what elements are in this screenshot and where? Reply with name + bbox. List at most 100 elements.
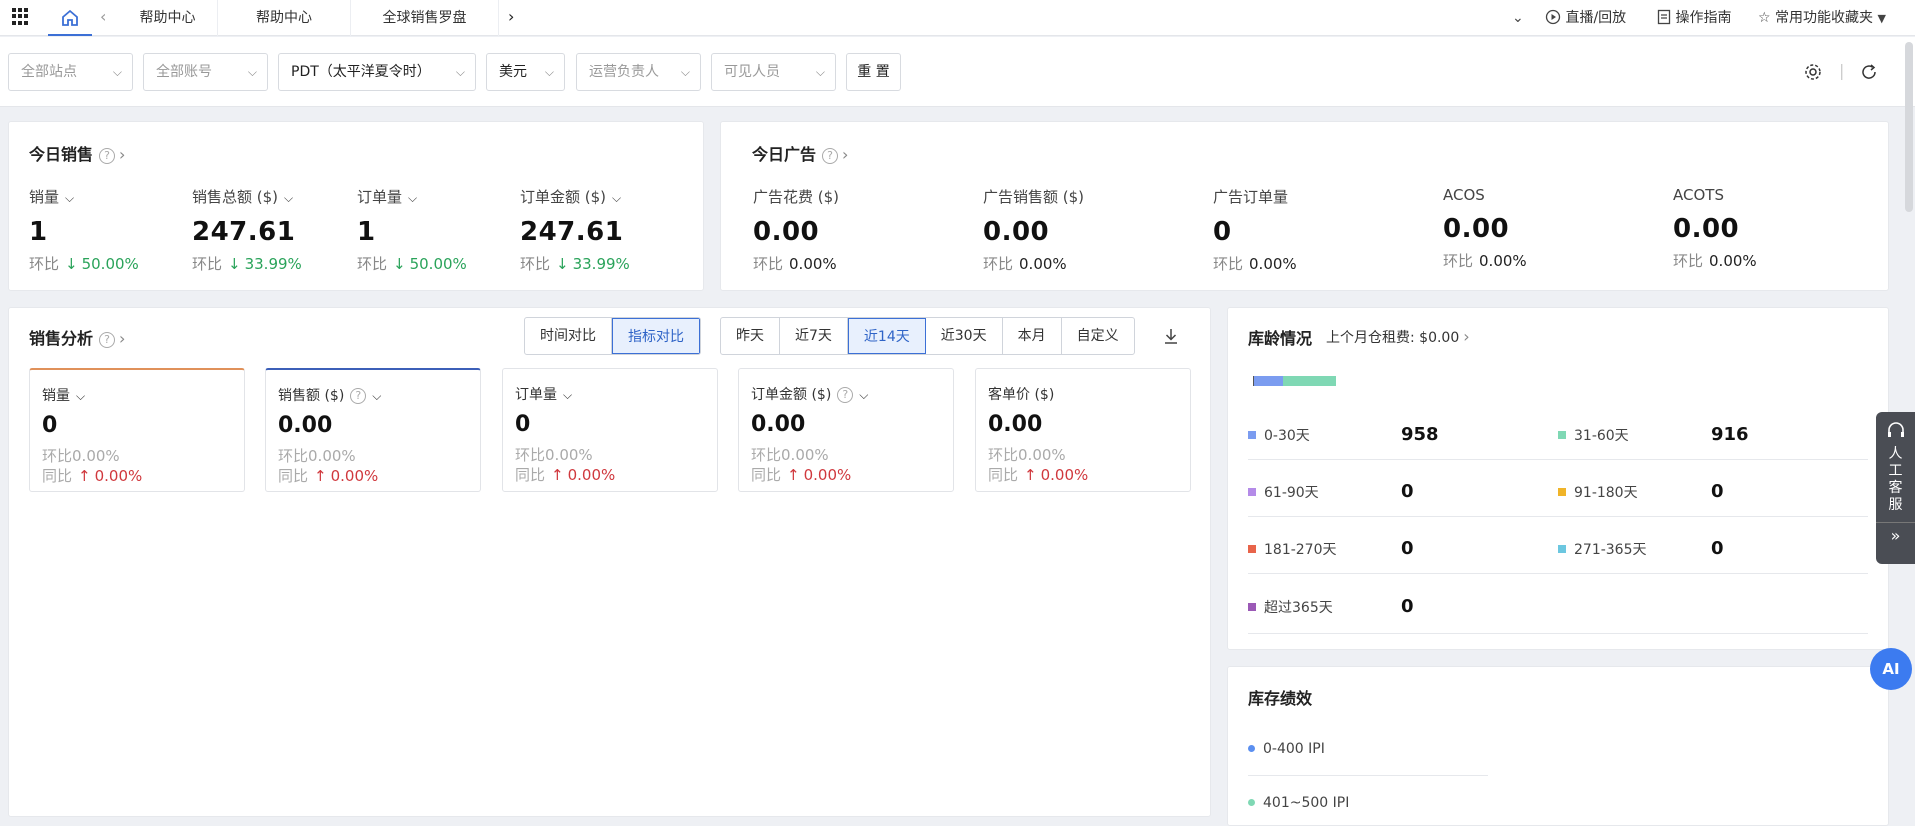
tb-label: 同比 [988, 466, 1019, 484]
chevron-down-icon: ⌵ [544, 65, 554, 79]
tabs-scroll-right-icon[interactable]: › [508, 7, 514, 26]
today-sales-header[interactable]: 今日销售? › [29, 141, 125, 165]
chevron-down-icon[interactable]: ⌵ [76, 389, 85, 403]
kpi-label: 订单金额 ($) [751, 387, 832, 403]
tb-value: 0.00% [1040, 466, 1089, 484]
metric-label-dropdown[interactable]: 订单量 ⌵ [357, 186, 467, 207]
range-month[interactable]: 本月 [1003, 318, 1062, 354]
timezone-select[interactable]: PDT（太平洋夏令时） ⌵ [278, 53, 476, 91]
apps-grid-icon[interactable] [12, 8, 29, 25]
tabs-scroll-left-icon[interactable]: ‹ [100, 7, 106, 26]
chevron-down-icon: ⌵ [815, 65, 825, 79]
chevron-down-icon: ⌵ [680, 65, 690, 79]
inventory-age-title: 库龄情况 [1248, 329, 1313, 348]
download-icon[interactable] [1163, 327, 1179, 345]
range-custom[interactable]: 自定义 [1062, 318, 1134, 354]
kpi-label-row: 订单金额 ($)? ⌵ [751, 384, 941, 404]
arrow-up-icon: ↑ [787, 466, 800, 484]
legend-dot [1248, 745, 1255, 752]
hb-value: 0.00% [308, 447, 356, 465]
metric-compare: 环比 ↓ 50.00% [29, 253, 139, 274]
legend-dot [1248, 431, 1256, 439]
help-icon[interactable]: ? [350, 388, 367, 404]
compare-mode-time[interactable]: 时间对比 [525, 318, 612, 354]
tabs-dropdown-icon[interactable]: ⌄ [1512, 0, 1524, 36]
inventory-rent-link[interactable]: 上个月仓租费: $0.00 › [1326, 327, 1470, 347]
inventory-age-item: 超过365天 [1248, 597, 1333, 617]
refresh-icon[interactable] [1860, 63, 1878, 81]
kpi-value: 0 [42, 413, 58, 438]
ai-assistant-button[interactable]: AI [1870, 648, 1912, 690]
chevron-down-icon[interactable]: ⌵ [563, 388, 572, 402]
inventory-rent-text: 上个月仓租费: $0.00 [1326, 330, 1460, 346]
metric-value: 1 [357, 217, 376, 247]
inventory-age-card: 库龄情况 上个月仓租费: $0.00 › 0-30天 958 31-60天 916 61-… [1227, 307, 1889, 650]
compare-label: 环比 [1213, 255, 1244, 273]
tab-home[interactable] [48, 0, 92, 36]
currency-select-value: 美元 [499, 64, 527, 80]
kpi-hb-row: 环比0.00% [988, 445, 1178, 465]
guide-link[interactable]: 操作指南 [1657, 0, 1731, 36]
chevron-down-icon[interactable]: ⌵ [859, 388, 868, 402]
divider [1248, 516, 1868, 517]
customer-service-tab[interactable]: 人工客服 » [1876, 412, 1915, 564]
currency-select[interactable]: 美元 ⌵ [486, 53, 565, 91]
range-yesterday[interactable]: 昨天 [721, 318, 780, 354]
compare-value: 33.99% [572, 255, 630, 273]
today-ads-header[interactable]: 今日广告? › [752, 141, 848, 165]
inventory-age-item: 0-30天 [1248, 425, 1310, 445]
bar-segment-31-60 [1283, 376, 1336, 386]
favorites-menu[interactable]: ☆ 常用功能收藏夹 ▼ [1758, 0, 1886, 36]
metric-label-dropdown[interactable]: 订单金额 ($) ⌵ [520, 186, 630, 207]
account-select-value: 全部账号 [156, 64, 212, 80]
kpi-hb-row: 环比0.00% [42, 446, 232, 466]
legend-dot [1558, 431, 1566, 439]
filter-bar: 全部站点 ⌵ 全部账号 ⌵ PDT（太平洋夏令时） ⌵ 美元 ⌵ 运营负责人 ⌵ 可见人员… [0, 37, 1915, 107]
range-30d[interactable]: 近30天 [926, 318, 1003, 354]
metric-compare: 环比 0.00% [1673, 250, 1757, 271]
kpi-card[interactable]: 订单金额 ($)? ⌵ 0.00 环比0.00% 同比 ↑ 0.00% [738, 368, 954, 492]
page-scrollbar[interactable] [1905, 42, 1913, 212]
compare-value: 50.00% [81, 255, 139, 273]
live-replay-link[interactable]: 直播/回放 [1545, 0, 1626, 36]
legend-dot [1248, 799, 1255, 806]
metric-label-dropdown[interactable]: 销售总额 ($) ⌵ [192, 186, 302, 207]
account-select[interactable]: 全部账号 ⌵ [143, 53, 268, 91]
tab-global-sales-compass[interactable]: 全球销售罗盘 [351, 0, 499, 36]
help-icon[interactable]: ? [99, 148, 116, 164]
kpi-tb-row: 同比 ↑ 0.00% [751, 465, 941, 485]
metric-label-dropdown[interactable]: 销量 ⌵ [29, 186, 139, 207]
range-7d[interactable]: 近7天 [780, 318, 848, 354]
kpi-label: 客单价 ($) [988, 387, 1055, 403]
hb-value: 0.00% [545, 446, 593, 464]
kpi-card[interactable]: 订单量 ⌵ 0 环比0.00% 同比 ↑ 0.00% [502, 368, 718, 492]
help-icon[interactable]: ? [99, 332, 116, 348]
tb-label: 同比 [515, 466, 546, 484]
ipi-legend-item: 0-400 IPI [1248, 741, 1325, 757]
today-sales-card: 今日销售? › 销量 ⌵ 1 环比 ↓ 50.00% 销售总额 ($) ⌵ 247.61 环比 ↓ 33… [8, 121, 704, 291]
tab-bar: ‹ 帮助中心 帮助中心 全球销售罗盘 › ⌄ 直播/回放 操作指南 ☆ 常用功能… [0, 0, 1915, 36]
divider [1248, 775, 1488, 776]
kpi-card[interactable]: 销量 ⌵ 0 环比0.00% 同比 ↑ 0.00% [29, 368, 245, 492]
divider [1248, 573, 1868, 574]
gear-icon[interactable] [1804, 63, 1822, 81]
collapse-icon[interactable]: » [1876, 526, 1915, 545]
site-select-value: 全部站点 [21, 64, 77, 80]
compare-value: 0.00% [1019, 255, 1067, 273]
visible-person-select[interactable]: 可见人员 ⌵ [711, 53, 836, 91]
chevron-down-icon[interactable]: ⌵ [372, 389, 381, 403]
range-14d[interactable]: 近14天 [847, 318, 926, 354]
kpi-card[interactable]: 客单价 ($) 0.00 环比0.00% 同比 ↑ 0.00% [975, 368, 1191, 492]
site-select[interactable]: 全部站点 ⌵ [8, 53, 133, 91]
help-icon[interactable]: ? [822, 148, 839, 164]
compare-mode-metric[interactable]: 指标对比 [612, 318, 700, 354]
tab-help-center-2[interactable]: 帮助中心 [218, 0, 351, 36]
help-icon[interactable]: ? [837, 387, 854, 403]
tab-help-center-1[interactable]: 帮助中心 [118, 0, 218, 36]
compare-label: 环比 [29, 255, 60, 273]
reset-button[interactable]: 重 置 [846, 53, 901, 91]
kpi-card[interactable]: 销售额 ($)? ⌵ 0.00 环比0.00% 同比 ↑ 0.00% [265, 368, 481, 492]
owner-select[interactable]: 运营负责人 ⌵ [576, 53, 701, 91]
sales-analysis-header[interactable]: 销售分析? › [29, 325, 125, 349]
kpi-compare: 环比0.00% 同比 ↑ 0.00% [515, 445, 705, 485]
